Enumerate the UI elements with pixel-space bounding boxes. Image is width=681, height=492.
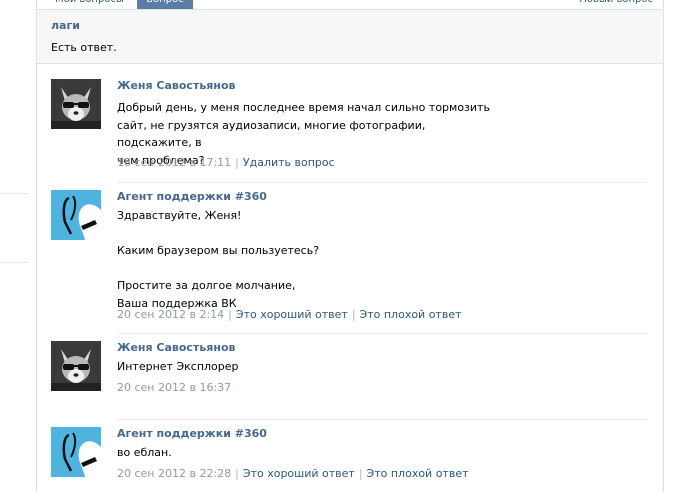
separator: |	[351, 308, 356, 321]
message-meta: 20 сен 2012 в 22:28 | Это хороший ответ | Эт…	[117, 467, 469, 480]
separator: |	[228, 308, 232, 321]
good-answer-link[interactable]: Это хороший ответ	[243, 467, 355, 480]
message-divider	[117, 419, 647, 420]
message-meta: 20 сен 2012 в 16:37	[117, 381, 231, 394]
message-date: 20 сен 2012 в 22:28	[117, 467, 232, 480]
avatar[interactable]	[51, 427, 101, 477]
message-author[interactable]: Женя Савостьянов	[117, 341, 235, 354]
message-author[interactable]: Агент поддержки #360	[117, 190, 267, 203]
left-divider	[0, 193, 28, 194]
question-status: Есть ответ.	[51, 41, 117, 54]
message-meta: 18 сен 2012 в 17:11 | Удалить вопрос	[117, 156, 335, 169]
message-date: 20 сен 2012 в 16:37	[117, 381, 232, 394]
fox-icon	[51, 341, 101, 391]
tab-bar: Мои вопросы Вопрос Новый вопрос	[37, 0, 663, 10]
support-agent-icon	[51, 427, 101, 477]
bad-answer-link[interactable]: Это плохой ответ	[367, 467, 469, 480]
bad-answer-link[interactable]: Это плохой ответ	[360, 308, 462, 321]
message-text: во еблан.	[117, 446, 172, 459]
message-meta: 20 сен 2012 в 2:14 | Это хороший ответ | Это…	[117, 308, 462, 321]
left-divider	[0, 262, 28, 263]
message-divider	[117, 333, 647, 334]
separator: |	[358, 467, 363, 480]
question-header: лаги Есть ответ.	[37, 10, 663, 64]
message-divider	[117, 182, 647, 183]
tab-my-questions[interactable]: Мои вопросы	[55, 0, 124, 9]
tab-question[interactable]: Вопрос	[137, 0, 193, 9]
tab-new-question[interactable]: Новый вопрос	[579, 0, 653, 9]
separator: |	[235, 156, 239, 169]
avatar[interactable]	[51, 341, 101, 391]
question-panel: Мои вопросы Вопрос Новый вопрос лаги Ест…	[36, 0, 664, 492]
message-text: Интернет Эксплорер	[117, 360, 239, 373]
fox-icon	[51, 79, 101, 129]
avatar[interactable]	[51, 190, 101, 240]
message-date: 18 сен 2012 в 17:11	[117, 156, 232, 169]
message-date: 20 сен 2012 в 2:14	[117, 308, 225, 321]
support-agent-icon	[51, 190, 101, 240]
good-answer-link[interactable]: Это хороший ответ	[236, 308, 348, 321]
separator: |	[235, 467, 239, 480]
message-author[interactable]: Агент поддержки #360	[117, 427, 267, 440]
message-text: Здравствуйте, Женя! Каким браузером вы п…	[117, 209, 320, 310]
message-author[interactable]: Женя Савостьянов	[117, 79, 235, 92]
delete-question-link[interactable]: Удалить вопрос	[243, 156, 335, 169]
question-title: лаги	[51, 19, 80, 32]
avatar[interactable]	[51, 79, 101, 129]
